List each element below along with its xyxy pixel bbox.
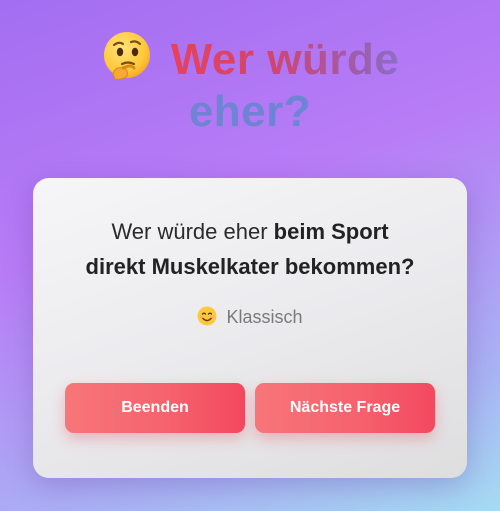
- question-prefix: Wer würde eher: [111, 219, 274, 244]
- title-line-2: eher?: [0, 86, 500, 138]
- question-card: Wer würde eher beim Sport direkt Muskelk…: [33, 178, 467, 478]
- question-highlight-2: direkt Muskelkater bekommen?: [85, 254, 415, 279]
- category-label: Klassisch: [226, 307, 303, 327]
- thinking-face-icon: [103, 32, 150, 80]
- title-line-1: Wer würde: [170, 35, 400, 84]
- question-highlight-1: beim Sport: [273, 219, 389, 244]
- category-tag: Klassisch: [33, 306, 467, 328]
- app-frame: Wer würde eher? Wer würde eher beim Spor…: [0, 0, 500, 511]
- end-button[interactable]: Beenden: [65, 383, 245, 433]
- question-text: Wer würde eher beim Sport direkt Muskelk…: [53, 214, 447, 284]
- smiling-face-icon: [197, 306, 217, 326]
- next-question-button[interactable]: Nächste Frage: [255, 383, 435, 433]
- page-title: Wer würde eher?: [0, 30, 500, 138]
